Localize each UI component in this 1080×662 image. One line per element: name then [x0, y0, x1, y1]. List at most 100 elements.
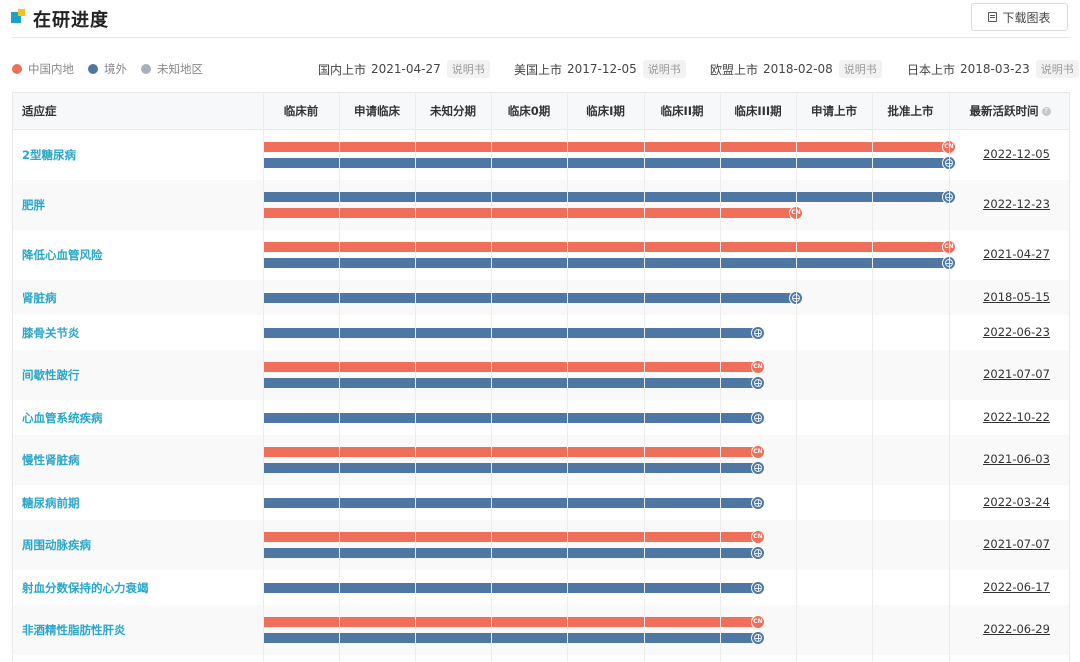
last-active-date-link[interactable]: 2021-06-03 [962, 452, 1069, 466]
pipeline-table: 适应症 临床前 申请临床 未知分期 临床0期 临床I期 临床II期 临床III期 申请上市 批准上… [12, 92, 1070, 662]
mainland-china-progress-bar[interactable] [263, 447, 758, 457]
download-chart-button[interactable]: 下载图表 [971, 3, 1068, 31]
approval-date: 2018-03-23 [960, 62, 1030, 76]
manual-link[interactable]: 说明书 [446, 60, 490, 78]
indication-link[interactable]: 非酒精性脂肪性肝炎 [22, 622, 126, 638]
overseas-progress-bar[interactable] [263, 258, 949, 268]
column-divider [567, 93, 568, 662]
indication-link[interactable]: 膝骨关节炎 [22, 325, 80, 341]
column-divider [949, 93, 950, 662]
legend-dot-icon [141, 64, 151, 74]
last-active-label: 最新活跃时间 [969, 104, 1039, 118]
mainland-china-progress-bar[interactable] [263, 142, 949, 152]
phase-column-header: 临床0期 [507, 104, 551, 118]
phase-column-header: 临床III期 [734, 104, 782, 118]
table-row: 降低心血管风险CN2021-04-27 [13, 230, 1069, 280]
approval-date: 2018-02-08 [763, 62, 833, 76]
mainland-china-progress-bar[interactable] [263, 362, 758, 372]
column-divider [720, 93, 721, 662]
globe-icon [751, 580, 765, 595]
approval-item: 日本上市 2018-03-23 说明书 [907, 60, 1079, 78]
overseas-progress-bar[interactable] [263, 633, 758, 643]
globe-lines [754, 549, 762, 557]
phase-column-header: 批准上市 [887, 104, 934, 118]
approval-item: 国内上市 2021-04-27 说明书 [318, 60, 490, 78]
indication-link[interactable]: 肥胖 [22, 197, 45, 213]
legend-item[interactable]: 未知地区 [141, 61, 203, 77]
globe-icon [751, 376, 765, 390]
last-active-date-link[interactable]: 2021-07-07 [962, 367, 1069, 381]
last-active-date-link[interactable]: 2021-07-07 [962, 537, 1069, 551]
mainland-china-progress-bar[interactable] [263, 532, 758, 542]
globe-lines [754, 413, 762, 422]
header-divider [12, 37, 1070, 38]
legend-item[interactable]: 中国内地 [12, 61, 74, 77]
column-divider [263, 93, 264, 662]
approval-item: 美国上市 2017-12-05 说明书 [514, 60, 686, 78]
chart-header: 在研进度 下载图表 [0, 0, 1080, 38]
overseas-progress-bar[interactable] [263, 463, 758, 473]
last-active-date-link[interactable]: 2018-05-15 [962, 290, 1069, 304]
document-icon [988, 12, 998, 22]
overseas-progress-bar[interactable] [263, 292, 796, 303]
indication-link[interactable]: 射血分数保持的心力衰竭 [22, 580, 149, 596]
column-divider [872, 93, 873, 662]
legend-label: 中国内地 [28, 62, 74, 76]
cn-badge: CN [751, 615, 765, 629]
download-chart-label: 下载图表 [1002, 10, 1051, 25]
last-active-date-link[interactable]: 2022-12-05 [962, 147, 1069, 161]
approval-label: 国内上市 [318, 62, 367, 77]
overseas-progress-bar[interactable] [263, 582, 758, 593]
info-icon[interactable]: ? [1041, 107, 1051, 116]
overseas-progress-bar[interactable] [263, 327, 758, 338]
last-active-date-link[interactable]: 2022-06-17 [962, 580, 1069, 594]
table-header: 适应症 临床前 申请临床 未知分期 临床0期 临床I期 临床II期 临床III期 申请上市 批准上… [13, 93, 1069, 130]
indication-link[interactable]: 间歇性跛行 [22, 367, 80, 383]
overseas-progress-bar[interactable] [263, 497, 758, 508]
overseas-progress-bar[interactable] [263, 378, 758, 388]
globe-lines [754, 634, 762, 642]
indication-link[interactable]: 周围动脉疾病 [22, 537, 91, 553]
indication-column-header: 适应症 [22, 104, 57, 118]
table-row: 2型糖尿病CN2022-12-05 [13, 130, 1069, 180]
logo-icon [11, 9, 25, 23]
legend-label: 境外 [104, 62, 127, 76]
last-active-date-link[interactable]: 2022-06-29 [962, 622, 1069, 636]
mainland-china-progress-bar[interactable] [263, 617, 758, 627]
table-row: 间歇性跛行 CN 2021-07-07 [13, 350, 1069, 400]
overseas-progress-bar[interactable] [263, 158, 949, 168]
table-row: 心血管系统疾病 2022-10-22 [13, 400, 1069, 435]
phase-column-header: 临床II期 [660, 104, 704, 118]
indication-link[interactable]: 2型糖尿病 [22, 147, 76, 163]
approval-label: 日本上市 [907, 62, 956, 77]
mainland-china-progress-bar[interactable] [263, 242, 949, 252]
indication-link[interactable]: 降低心血管风险 [22, 247, 103, 263]
last-active-date-link[interactable]: 2022-12-23 [962, 197, 1069, 211]
overseas-progress-bar[interactable] [263, 412, 758, 423]
manual-link[interactable]: 说明书 [1035, 60, 1079, 78]
phase-column-header: 未知分期 [430, 104, 476, 118]
indication-link[interactable]: 心血管系统疾病 [22, 410, 103, 426]
last-active-date-link[interactable]: 2021-04-27 [962, 247, 1069, 261]
overseas-progress-bar[interactable] [263, 192, 949, 202]
last-active-date-link[interactable]: 2022-10-22 [962, 410, 1069, 424]
legend-dot-icon [12, 64, 22, 74]
approval-date: 2017-12-05 [567, 62, 637, 76]
manual-link[interactable]: 说明书 [838, 60, 882, 78]
last-active-date-link[interactable]: 2022-06-23 [962, 325, 1069, 339]
mainland-china-progress-bar[interactable] [263, 208, 796, 218]
globe-lines [754, 498, 762, 507]
last-active-date-link[interactable]: 2022-03-24 [962, 495, 1069, 509]
indication-link[interactable]: 肾脏病 [22, 290, 57, 306]
overseas-progress-bar[interactable] [263, 548, 758, 558]
column-divider [644, 93, 645, 662]
legend-item[interactable]: 境外 [88, 61, 127, 77]
legend-label: 未知地区 [157, 62, 203, 76]
indication-link[interactable]: 糖尿病前期 [22, 495, 80, 511]
table-row: 非酒精性脂肪性肝炎 CN 2022-06-29 [13, 605, 1069, 655]
manual-link[interactable]: 说明书 [642, 60, 686, 78]
table-row: 周围动脉疾病 CN 2021-07-07 [13, 520, 1069, 570]
phase-column-header: 申请临床 [354, 104, 400, 118]
phase-column-header: 临床I期 [586, 104, 625, 118]
indication-link[interactable]: 慢性肾脏病 [22, 452, 80, 468]
